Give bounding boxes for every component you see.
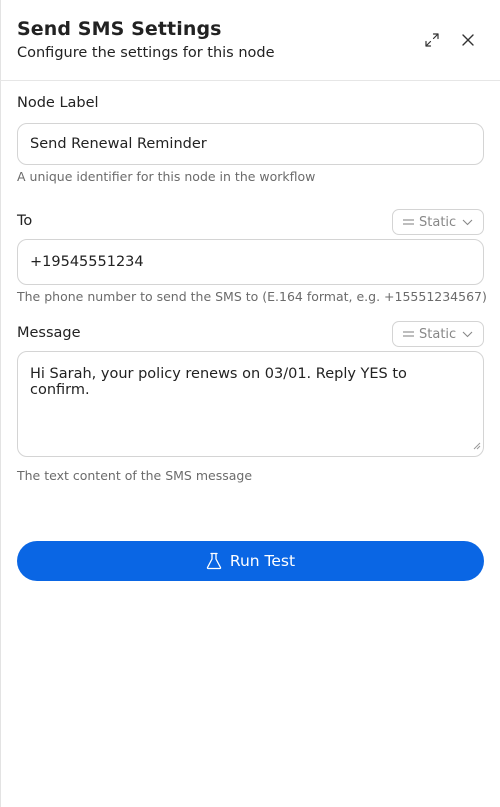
to-mode-value: Static [419, 214, 457, 230]
message-label: Message [17, 325, 81, 341]
run-test-button[interactable]: Run Test [17, 541, 484, 581]
resize-grip-icon[interactable] [473, 438, 481, 454]
node-label-helper: A unique identifier for this node in the… [17, 169, 316, 184]
to-phone-input[interactable]: +19545551234 [17, 239, 484, 285]
chevron-down-icon [462, 331, 473, 338]
message-textarea[interactable]: Hi Sarah, your policy renews on 03/01. R… [17, 351, 484, 457]
flask-icon [206, 552, 222, 570]
equals-icon [403, 330, 414, 338]
message-mode-value: Static [419, 326, 457, 342]
to-label: To [17, 213, 33, 229]
chevron-down-icon [462, 219, 473, 226]
equals-icon [403, 218, 414, 226]
close-icon[interactable] [459, 31, 477, 49]
node-label-label: Node Label [17, 95, 99, 111]
panel-header: Send SMS Settings Configure the settings… [0, 0, 500, 81]
message-helper: The text content of the SMS message [17, 468, 253, 483]
to-helper: The phone number to send the SMS to (E.1… [17, 289, 487, 304]
node-label-input[interactable]: Send Renewal Reminder [17, 123, 484, 165]
panel-subtitle: Configure the settings for this node [17, 45, 275, 61]
to-mode-select[interactable]: Static [392, 209, 484, 235]
message-mode-select[interactable]: Static [392, 321, 484, 347]
run-test-label: Run Test [229, 552, 296, 570]
expand-icon[interactable] [423, 31, 441, 49]
message-text: Hi Sarah, your policy renews on 03/01. R… [30, 366, 407, 398]
panel-left-border [0, 0, 1, 807]
panel-title: Send SMS Settings [17, 18, 222, 40]
